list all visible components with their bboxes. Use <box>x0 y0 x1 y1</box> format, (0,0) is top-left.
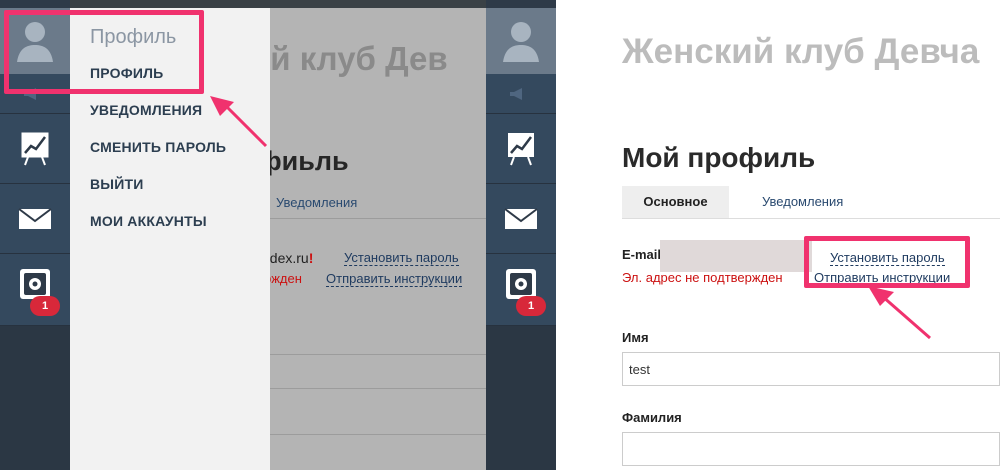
last-name-input[interactable] <box>622 432 1000 466</box>
page-heading: фиьль <box>270 146 349 176</box>
mail-icon <box>18 207 52 229</box>
menu-item-notifications[interactable]: УВЕДОМЛЕНИЯ <box>90 102 202 118</box>
sidebar-item-safe[interactable]: 1 <box>486 254 556 326</box>
mail-icon <box>504 207 538 229</box>
first-name-label: Имя <box>622 330 649 345</box>
highlight-box-links <box>804 236 970 288</box>
menu-item-change-password[interactable]: СМЕНИТЬ ПАРОЛЬ <box>90 139 226 155</box>
sidebar-item-mail[interactable] <box>486 184 556 254</box>
email-label: E-mail: <box>622 247 666 262</box>
set-password-link[interactable]: Установить пароль <box>344 250 459 266</box>
notification-badge: 1 <box>30 296 60 316</box>
menu-item-my-accounts[interactable]: МОИ АККАУНТЫ <box>90 213 207 229</box>
background-profile-page: ий клуб Дев фиьль Уведомления ndex.ru! У… <box>270 8 486 470</box>
sound-icon <box>510 87 522 100</box>
last-name-label: Фамилия <box>622 410 682 425</box>
tab-notifications[interactable]: Уведомления <box>276 195 357 210</box>
avatar-icon <box>503 22 539 62</box>
email-error-text: Эл. адрес не подтвержден <box>622 270 783 285</box>
tabs-divider <box>622 218 1000 219</box>
site-title: ий клуб Дев <box>270 40 448 77</box>
site-title: Женский клуб Девча <box>622 32 980 71</box>
menu-item-logout[interactable]: ВЫЙТИ <box>90 176 144 192</box>
divider <box>270 388 486 389</box>
sidebar-rail-empty <box>486 326 556 470</box>
email-value: ndex.ru! <box>270 250 314 266</box>
avatar[interactable] <box>486 8 556 74</box>
email-error-text: ржден <box>270 271 302 286</box>
sidebar-item-stats[interactable] <box>0 114 70 184</box>
divider <box>270 354 486 355</box>
highlight-box-menu <box>4 10 204 94</box>
divider <box>270 434 486 435</box>
divider <box>270 218 486 219</box>
first-name-input[interactable] <box>622 352 1000 386</box>
page-title: Мой профиль <box>622 142 816 173</box>
email-redacted-value <box>660 240 812 272</box>
send-instructions-link[interactable]: Отправить инструкции <box>326 271 463 287</box>
sidebar-item-sound[interactable] <box>486 74 556 114</box>
sidebar-item-safe[interactable]: 1 <box>0 254 70 326</box>
secondary-rail: 1 <box>486 0 556 470</box>
sidebar-item-mail[interactable] <box>0 184 70 254</box>
right-screenshot-panel: Женский клуб Девча Мой профиль Основное … <box>556 0 1000 470</box>
sidebar-rail-empty <box>0 326 70 470</box>
notification-badge: 1 <box>516 296 546 316</box>
top-bar <box>0 0 556 8</box>
tab-main[interactable]: Основное <box>622 186 729 218</box>
left-screenshot-panel: ий клуб Дев фиьль Уведомления ndex.ru! У… <box>0 0 556 470</box>
tab-notifications[interactable]: Уведомления <box>762 194 843 209</box>
chart-icon <box>508 132 534 165</box>
warning-mark: ! <box>308 250 314 266</box>
chart-icon <box>21 132 49 165</box>
sidebar-item-stats[interactable] <box>486 114 556 184</box>
